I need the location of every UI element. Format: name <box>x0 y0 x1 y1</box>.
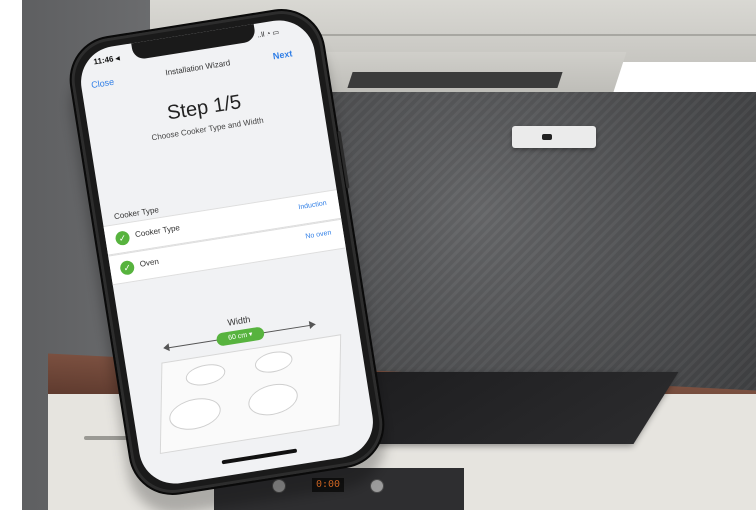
cooktop-illustration <box>159 334 342 454</box>
burner-bottom-left <box>169 394 221 434</box>
close-button[interactable]: Close <box>90 77 114 90</box>
home-indicator <box>221 448 298 465</box>
arrow-right-icon <box>308 320 316 329</box>
width-value: 60 cm <box>227 331 248 342</box>
oven-knob-right <box>370 479 384 493</box>
wall-light-device <box>512 126 596 148</box>
oven-label: Oven <box>139 256 160 269</box>
signal-icon: ..ll <box>257 31 266 40</box>
burner-bottom-right <box>248 380 299 419</box>
width-selector-area: Width 60 cm ▾ <box>127 280 364 462</box>
image-margin <box>0 0 22 510</box>
arrow-left-icon <box>162 343 170 353</box>
wifi-icon: ◔ <box>265 30 272 39</box>
cooker-type-value: Induction <box>297 199 328 212</box>
battery-icon: ▭ <box>272 29 280 38</box>
burner-top-right <box>254 348 293 376</box>
check-circle-icon: ✓ <box>114 230 131 247</box>
location-arrow-icon: ◂ <box>114 53 121 63</box>
device-indicator <box>542 134 552 140</box>
check-circle-icon: ✓ <box>119 259 136 276</box>
kitchen-scene: 0:00 11:46 ◂ ..ll ◔ ▭ Close Installation… <box>0 0 756 510</box>
chevron-down-icon: ▾ <box>248 331 254 339</box>
status-icons: ..ll ◔ ▭ <box>257 28 280 39</box>
oven-value: No oven <box>304 229 332 241</box>
next-button[interactable]: Next <box>272 48 293 61</box>
burner-top-left <box>185 361 226 389</box>
cooker-type-label: Cooker Type <box>134 223 181 240</box>
hood-vent <box>347 72 563 88</box>
status-time: 11:46 ◂ <box>92 53 121 67</box>
width-dropdown[interactable]: 60 cm ▾ <box>215 326 266 347</box>
